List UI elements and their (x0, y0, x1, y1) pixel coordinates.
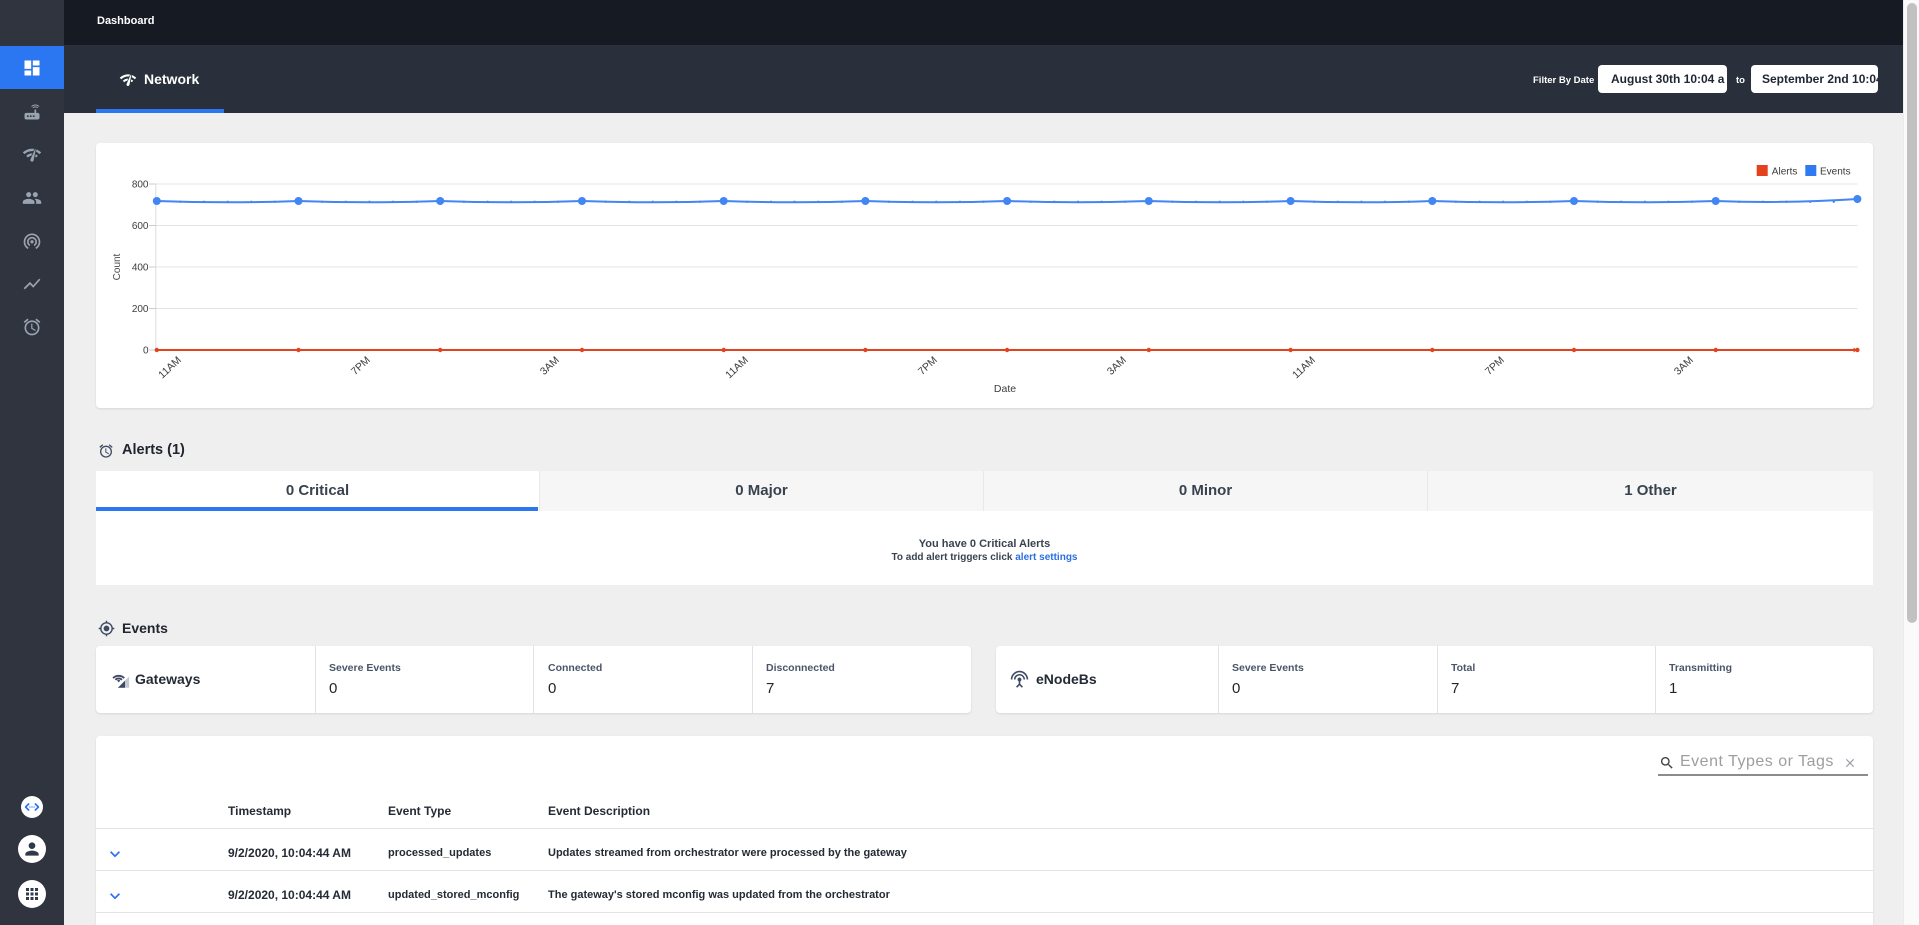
svg-text:200: 200 (132, 304, 149, 315)
svg-text:7PM: 7PM (349, 354, 373, 378)
svg-text:11AM: 11AM (723, 354, 751, 381)
svg-text:7PM: 7PM (916, 354, 940, 378)
svg-text:Date: Date (994, 383, 1016, 395)
svg-text:Alerts: Alerts (1772, 167, 1798, 178)
svg-text:7PM: 7PM (1483, 354, 1507, 378)
svg-text:3AM: 3AM (1672, 354, 1696, 378)
svg-text:0: 0 (143, 346, 149, 357)
svg-text:11AM: 11AM (1290, 354, 1318, 381)
svg-text:11AM: 11AM (156, 354, 184, 381)
svg-text:600: 600 (132, 221, 149, 232)
svg-text:800: 800 (132, 180, 149, 191)
svg-text:400: 400 (132, 263, 149, 274)
svg-text:3AM: 3AM (538, 354, 562, 378)
svg-text:Events: Events (1820, 167, 1851, 178)
svg-text:Count: Count (112, 253, 123, 280)
svg-text:3AM: 3AM (1105, 354, 1129, 378)
